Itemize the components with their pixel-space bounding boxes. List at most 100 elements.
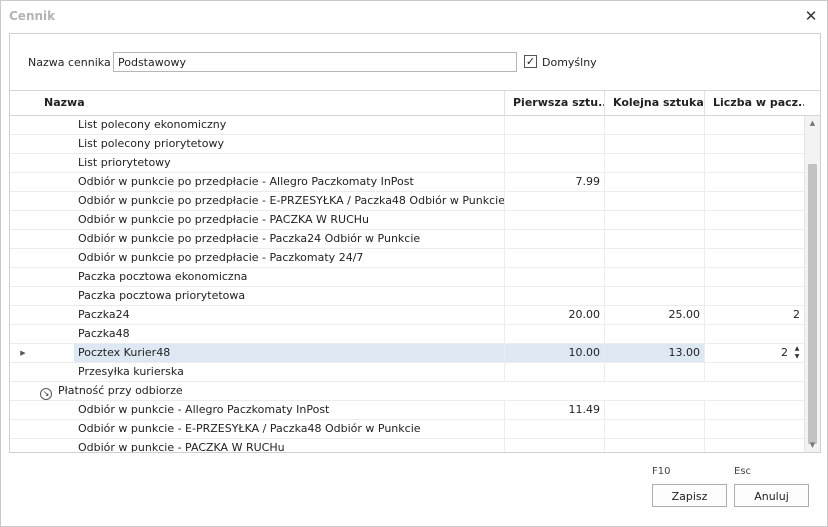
cell-next-item-price[interactable]: [604, 420, 704, 438]
cell-name[interactable]: Odbiór w punkcie po przedpłacie - Allegr…: [74, 173, 504, 191]
cell-next-item-price[interactable]: [604, 439, 704, 452]
cell-first-item-price[interactable]: [504, 192, 604, 210]
cell-first-item-price[interactable]: [504, 249, 604, 267]
table-row[interactable]: Przesyłka kurierska: [10, 363, 804, 382]
cell-first-item-price[interactable]: 20.00: [504, 306, 604, 324]
cell-pack-count[interactable]: [704, 116, 804, 134]
cell-name[interactable]: Odbiór w punkcie - E-PRZESYŁKA / Paczka4…: [74, 420, 504, 438]
cell-pack-count[interactable]: [704, 230, 804, 248]
cell-first-item-price[interactable]: 11.49: [504, 401, 604, 419]
cell-first-item-price[interactable]: [504, 363, 604, 381]
cell-first-item-price[interactable]: [504, 116, 604, 134]
table-row[interactable]: Paczka48: [10, 325, 804, 344]
group-header[interactable]: ↘ Płatność przy odbiorze: [36, 382, 504, 400]
cell-pack-count[interactable]: [704, 249, 804, 267]
cell-pack-count[interactable]: [704, 173, 804, 191]
cell-pack-count[interactable]: [704, 211, 804, 229]
cell-name[interactable]: Paczka48: [74, 325, 504, 343]
cell-pack-count[interactable]: 2 ▲ ▼: [704, 344, 804, 362]
cell-name[interactable]: Odbiór w punkcie - Allegro Paczkomaty In…: [74, 401, 504, 419]
table-row[interactable]: Odbiór w punkcie po przedpłacie - Allegr…: [10, 173, 804, 192]
cell-name[interactable]: Przesyłka kurierska: [74, 363, 504, 381]
cell-name[interactable]: Odbiór w punkcie po przedpłacie - Paczko…: [74, 249, 504, 267]
cell-next-item-price[interactable]: [604, 211, 704, 229]
cell-name[interactable]: Pocztex Kurier48: [74, 344, 504, 362]
cell-first-item-price[interactable]: [504, 325, 604, 343]
cell-name[interactable]: List polecony priorytetowy: [74, 135, 504, 153]
table-row[interactable]: List priorytetowy: [10, 154, 804, 173]
cell-next-item-price[interactable]: [604, 135, 704, 153]
cell-pack-count[interactable]: [704, 287, 804, 305]
cell-first-item-price[interactable]: [504, 211, 604, 229]
cell-next-item-price[interactable]: 25.00: [604, 306, 704, 324]
default-checkbox[interactable]: ✓: [524, 55, 537, 68]
cell-first-item-price[interactable]: [504, 230, 604, 248]
cell-next-item-price[interactable]: [604, 363, 704, 381]
table-row[interactable]: Odbiór w punkcie - E-PRZESYŁKA / Paczka4…: [10, 420, 804, 439]
price-list-name-input[interactable]: [113, 52, 517, 72]
cell-first-item-price[interactable]: [504, 287, 604, 305]
cell-pack-count[interactable]: [704, 401, 804, 419]
cell-pack-count[interactable]: [704, 363, 804, 381]
cell-pack-count[interactable]: [704, 154, 804, 172]
cell-next-item-price[interactable]: 13.00: [604, 344, 704, 362]
cell-pack-count[interactable]: [704, 420, 804, 438]
table-row[interactable]: Odbiór w punkcie po przedpłacie - PACZKA…: [10, 211, 804, 230]
cell-name[interactable]: Paczka pocztowa ekonomiczna: [74, 268, 504, 286]
cell-next-item-price[interactable]: [604, 401, 704, 419]
vertical-scrollbar[interactable]: ▲ ▼: [804, 116, 820, 452]
cell-first-item-price[interactable]: [504, 135, 604, 153]
table-row[interactable]: Odbiór w punkcie po przedpłacie - Paczko…: [10, 249, 804, 268]
cell-next-item-price[interactable]: [604, 154, 704, 172]
cell-next-item-price[interactable]: [604, 249, 704, 267]
cancel-button[interactable]: Anuluj: [734, 484, 809, 507]
table-row[interactable]: Paczka24 20.00 25.00 2: [10, 306, 804, 325]
table-row[interactable]: Odbiór w punkcie - PACZKA W RUCHu: [10, 439, 804, 452]
table-row[interactable]: ▶ Pocztex Kurier48 10.00 13.00 2 ▲ ▼: [10, 344, 804, 363]
cell-name[interactable]: Odbiór w punkcie po przedpłacie - E-PRZE…: [74, 192, 504, 210]
cell-next-item-price[interactable]: [604, 116, 704, 134]
cell-pack-count[interactable]: [704, 439, 804, 452]
scroll-thumb[interactable]: [808, 164, 817, 444]
cell-first-item-price[interactable]: [504, 154, 604, 172]
table-row[interactable]: Odbiór w punkcie po przedpłacie - Paczka…: [10, 230, 804, 249]
cell-name[interactable]: List polecony ekonomiczny: [74, 116, 504, 134]
cell-name[interactable]: Paczka24: [74, 306, 504, 324]
table-row[interactable]: Odbiór w punkcie - Allegro Paczkomaty In…: [10, 401, 804, 420]
column-header-next-item[interactable]: Kolejna sztuka: [604, 91, 704, 115]
table-row[interactable]: List polecony ekonomiczny: [10, 116, 804, 135]
column-header-name[interactable]: Nazwa: [36, 91, 504, 115]
cell-name[interactable]: Odbiór w punkcie po przedpłacie - PACZKA…: [74, 211, 504, 229]
table-row[interactable]: Odbiór w punkcie po przedpłacie - E-PRZE…: [10, 192, 804, 211]
cell-pack-count[interactable]: [704, 192, 804, 210]
save-button[interactable]: Zapisz: [652, 484, 727, 507]
cell-first-item-price[interactable]: 7.99: [504, 173, 604, 191]
cell-first-item-price[interactable]: [504, 420, 604, 438]
collapse-group-icon[interactable]: ↘: [40, 388, 52, 400]
cell-name[interactable]: List priorytetowy: [74, 154, 504, 172]
cell-first-item-price[interactable]: [504, 268, 604, 286]
cell-next-item-price[interactable]: [604, 287, 704, 305]
table-row[interactable]: Paczka pocztowa priorytetowa: [10, 287, 804, 306]
column-header-pack-count[interactable]: Liczba w pacz...: [704, 91, 804, 115]
cell-next-item-price[interactable]: [604, 325, 704, 343]
cell-next-item-price[interactable]: [604, 230, 704, 248]
table-row[interactable]: List polecony priorytetowy: [10, 135, 804, 154]
column-header-first-item[interactable]: Pierwsza sztu...: [504, 91, 604, 115]
cell-pack-count[interactable]: 2: [704, 306, 804, 324]
table-row[interactable]: Paczka pocztowa ekonomiczna: [10, 268, 804, 287]
cell-pack-count[interactable]: [704, 268, 804, 286]
spin-stepper-icon[interactable]: ▲ ▼: [792, 345, 802, 361]
cell-next-item-price[interactable]: [604, 192, 704, 210]
cell-name[interactable]: Odbiór w punkcie - PACZKA W RUCHu: [74, 439, 504, 452]
group-row[interactable]: ↘ Płatność przy odbiorze: [10, 382, 804, 401]
cell-name[interactable]: Paczka pocztowa priorytetowa: [74, 287, 504, 305]
close-icon[interactable]: ✕: [803, 7, 819, 25]
cell-pack-count[interactable]: [704, 135, 804, 153]
cell-next-item-price[interactable]: [604, 173, 704, 191]
scroll-down-icon[interactable]: ▼: [805, 438, 820, 452]
cell-pack-count[interactable]: [704, 325, 804, 343]
scroll-up-icon[interactable]: ▲: [805, 116, 820, 130]
cell-first-item-price[interactable]: 10.00: [504, 344, 604, 362]
cell-next-item-price[interactable]: [604, 268, 704, 286]
